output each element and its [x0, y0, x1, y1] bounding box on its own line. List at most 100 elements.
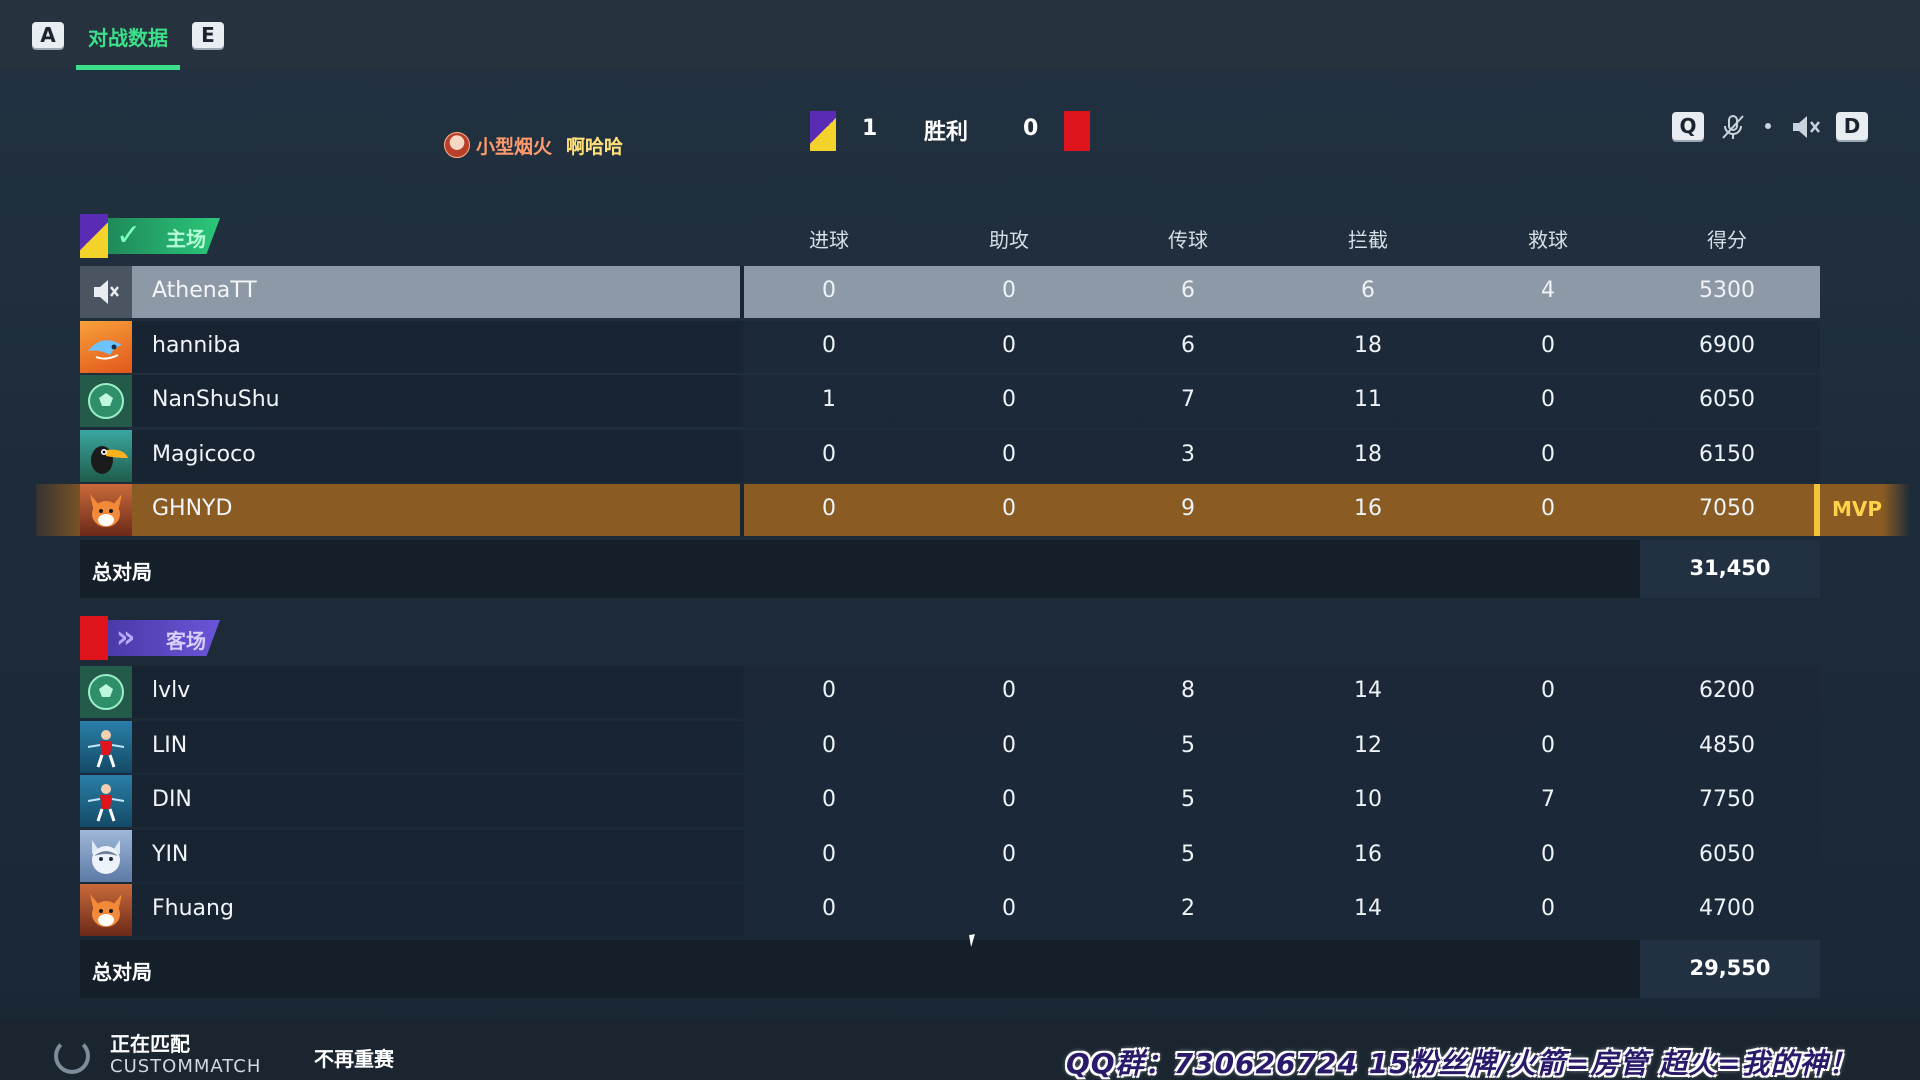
- stat-goals: 0: [822, 733, 836, 758]
- home-total-row: 总对局 31,450: [80, 540, 1820, 598]
- streamer-tag: 啊哈哈: [566, 135, 624, 158]
- prev-tab-key[interactable]: A: [32, 22, 64, 48]
- stat-passes: 8: [1181, 678, 1195, 703]
- stat-passes: 5: [1181, 842, 1195, 867]
- toucan-avatar-icon: [80, 430, 132, 482]
- stat-goals: 0: [822, 496, 836, 521]
- soccer-ball-avatar-icon: [80, 666, 132, 718]
- player-name: NanShuShu: [152, 387, 280, 412]
- stat-score: 6050: [1699, 842, 1755, 867]
- stat-goals: 0: [822, 896, 836, 921]
- next-control-key[interactable]: D: [1836, 112, 1868, 140]
- player-row[interactable]: Fhuang 0 0 2 14 0 4700: [80, 884, 1820, 936]
- tab-active-underline: [76, 65, 180, 70]
- stat-goals: 0: [822, 678, 836, 703]
- stat-saves: 0: [1541, 678, 1555, 703]
- player-row[interactable]: lvlv 0 0 8 14 0 6200: [80, 666, 1820, 718]
- player-stats-cell: [744, 830, 1820, 882]
- stat-passes: 6: [1181, 333, 1195, 358]
- stat-score: 6150: [1699, 442, 1755, 467]
- stat-passes: 7: [1181, 387, 1195, 412]
- stat-passes: 6: [1181, 278, 1195, 303]
- tab-match-stats[interactable]: 对战数据: [76, 0, 180, 70]
- mvp-label: MVP: [1832, 497, 1883, 521]
- player-name: LIN: [152, 733, 188, 758]
- home-team-flag: [810, 111, 836, 151]
- player-stats-cell: [744, 430, 1820, 482]
- player-row[interactable]: YIN 0 0 5 16 0 6050: [80, 830, 1820, 882]
- stat-interceptions: 18: [1354, 442, 1382, 467]
- stat-assists: 0: [1002, 678, 1016, 703]
- player-name: AthenaTT: [152, 278, 257, 303]
- stat-assists: 0: [1002, 496, 1016, 521]
- col-score: 得分: [1707, 228, 1747, 252]
- prev-control-key[interactable]: Q: [1672, 112, 1704, 140]
- match-stats-screen: A 对战数据 E 小型烟火 啊哈哈 1 胜利 0 Q D ✓ 主场 进球 助攻 …: [0, 0, 1920, 1080]
- stat-score: 7750: [1699, 787, 1755, 812]
- stat-goals: 0: [822, 278, 836, 303]
- stat-saves: 7: [1541, 787, 1555, 812]
- col-interceptions: 拦截: [1348, 228, 1388, 252]
- tab-match-stats-label: 对战数据: [88, 26, 168, 50]
- stat-interceptions: 10: [1354, 787, 1382, 812]
- stat-assists: 0: [1002, 787, 1016, 812]
- speaker-mute-icon[interactable]: [1790, 112, 1822, 142]
- player-name: GHNYD: [152, 496, 233, 521]
- player-name: Magicoco: [152, 442, 256, 467]
- away-badge-flag: [80, 616, 108, 660]
- player-stats-cell: [744, 321, 1820, 373]
- stat-passes: 5: [1181, 733, 1195, 758]
- stat-interceptions: 16: [1354, 496, 1382, 521]
- dot-separator-icon: [1765, 123, 1771, 129]
- stat-score: 6900: [1699, 333, 1755, 358]
- shark-avatar-icon: [80, 321, 132, 373]
- no-rematch-button[interactable]: 不再重赛: [314, 1043, 394, 1072]
- stat-interceptions: 14: [1354, 678, 1382, 703]
- player-row[interactable]: AthenaTT 0 0 6 6 4 5300: [80, 266, 1820, 318]
- away-chevron-icon: »: [116, 620, 136, 655]
- stat-goals: 0: [822, 842, 836, 867]
- player-row-mvp[interactable]: GHNYD 0 0 9 16 0 7050: [36, 484, 1820, 536]
- col-saves: 救球: [1528, 228, 1568, 252]
- col-assists: 助攻: [989, 228, 1029, 252]
- mouse-cursor-icon: [969, 933, 983, 947]
- player-row[interactable]: Magicoco 0 0 3 18 0 6150: [80, 430, 1820, 482]
- stat-score: 4850: [1699, 733, 1755, 758]
- stat-score: 4700: [1699, 896, 1755, 921]
- stat-saves: 0: [1541, 842, 1555, 867]
- player-name-cell: [36, 484, 740, 536]
- stat-assists: 0: [1002, 733, 1016, 758]
- home-team-badge: ✓ 主场: [80, 214, 230, 258]
- col-goals: 进球: [809, 228, 849, 252]
- stat-assists: 0: [1002, 333, 1016, 358]
- home-team-label: 主场: [166, 227, 206, 251]
- away-team-flag: [1064, 111, 1090, 151]
- player-row[interactable]: DIN 0 0 5 10 7 7750: [80, 775, 1820, 827]
- top-tab-bar: A 对战数据 E: [0, 0, 1920, 70]
- player-row[interactable]: NanShuShu 1 0 7 11 0 6050: [80, 375, 1820, 427]
- home-total-value: 31,450: [1689, 556, 1771, 580]
- mic-off-icon[interactable]: [1718, 112, 1748, 142]
- home-total-box: 31,450: [1640, 540, 1820, 598]
- player-name: lvlv: [152, 678, 191, 703]
- player-stats-cell: [744, 884, 1820, 936]
- striker-avatar-icon: [80, 721, 132, 773]
- stat-saves: 0: [1541, 333, 1555, 358]
- stat-saves: 0: [1541, 496, 1555, 521]
- player-stats-cell: [744, 721, 1820, 773]
- home-badge-flag: [80, 214, 108, 258]
- match-mode: CUSTOMMATCH: [110, 1056, 262, 1077]
- player-row[interactable]: LIN 0 0 5 12 0 4850: [80, 721, 1820, 773]
- stat-saves: 0: [1541, 896, 1555, 921]
- stat-interceptions: 16: [1354, 842, 1382, 867]
- next-tab-key[interactable]: E: [192, 22, 224, 48]
- match-result: 胜利: [924, 120, 969, 145]
- speaker-mute-icon[interactable]: [80, 266, 132, 318]
- stat-goals: 0: [822, 787, 836, 812]
- away-total-row: 总对局 29,550: [80, 940, 1820, 998]
- player-stats-cell: [744, 484, 1820, 536]
- striker-avatar-icon: [80, 775, 132, 827]
- away-total-value: 29,550: [1689, 956, 1771, 980]
- player-row[interactable]: hanniba 0 0 6 18 0 6900: [80, 321, 1820, 373]
- player-stats-cell: [744, 375, 1820, 427]
